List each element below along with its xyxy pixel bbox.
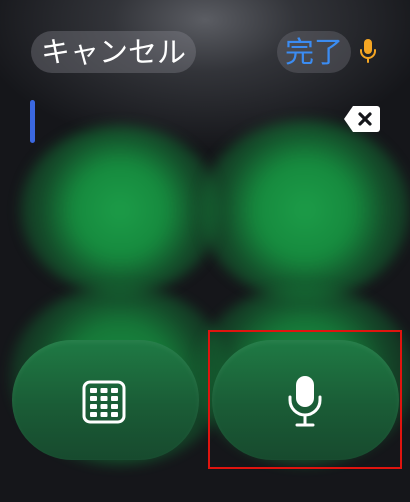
background-blur (20, 125, 220, 295)
text-cursor (30, 100, 35, 143)
cancel-button[interactable]: キャンセル (31, 31, 197, 73)
microphone-icon (360, 39, 376, 63)
keypad-button[interactable] (12, 340, 199, 460)
background-blur (200, 120, 410, 300)
dictation-button[interactable] (212, 340, 399, 460)
microphone-icon (288, 376, 322, 427)
done-button[interactable]: 完了 (277, 31, 352, 73)
backspace-icon[interactable] (343, 104, 381, 134)
text-input-screen: キャンセル 完了 (0, 0, 410, 502)
keypad-grid-icon (82, 380, 126, 424)
